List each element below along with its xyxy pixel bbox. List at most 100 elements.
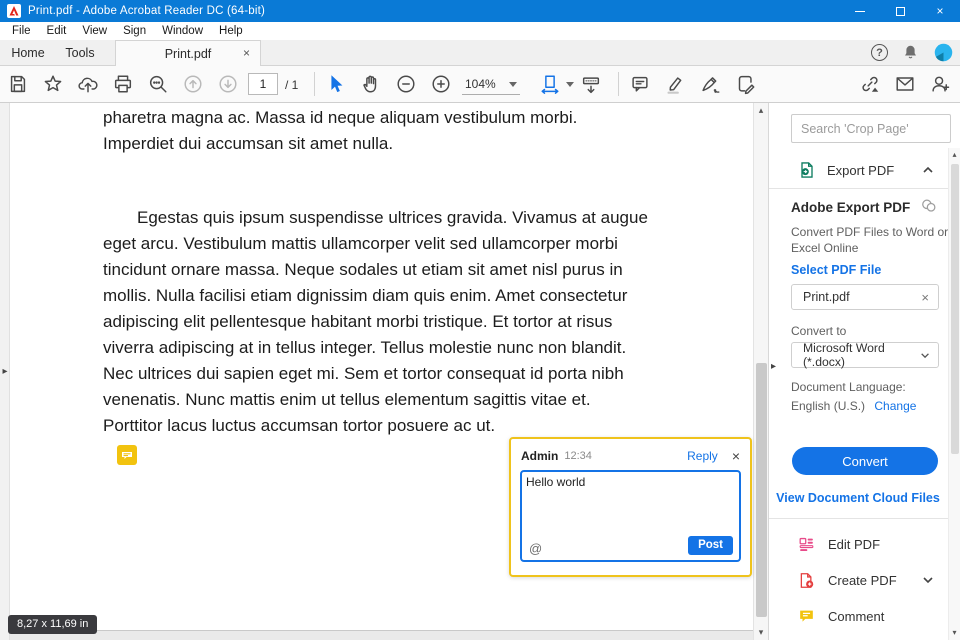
comment-label: Comment <box>828 608 885 624</box>
hand-tool-button[interactable] <box>359 72 383 96</box>
chevron-up-icon[interactable] <box>922 164 934 176</box>
sticky-note-annotation-icon[interactable] <box>117 445 137 465</box>
fit-width-dropdown-icon[interactable] <box>566 81 574 87</box>
reply-link[interactable]: Reply <box>687 449 718 463</box>
fit-width-button[interactable] <box>538 72 562 96</box>
fill-sign-tool-button[interactable] <box>698 72 722 96</box>
highlight-tool-button[interactable] <box>663 72 687 96</box>
maximize-icon <box>895 6 905 16</box>
tab-close-icon[interactable]: × <box>243 46 250 60</box>
zoom-dropdown-icon <box>509 81 517 87</box>
zoom-out-button[interactable] <box>394 72 418 96</box>
zoom-level-dropdown[interactable]: 104% <box>462 74 520 95</box>
comment-icon <box>800 610 813 622</box>
email-button[interactable] <box>893 72 917 96</box>
next-page-button[interactable] <box>216 72 240 96</box>
create-pdf-icon <box>800 572 814 588</box>
close-icon: × <box>936 4 944 18</box>
select-pdf-file-link[interactable]: Select PDF File <box>791 263 881 277</box>
menu-sign[interactable]: Sign <box>115 25 154 37</box>
selected-file-name: Print.pdf <box>803 290 850 304</box>
share-with-people-button[interactable] <box>928 72 952 96</box>
comment-author: Admin <box>521 449 559 463</box>
view-cloud-files-link[interactable]: View Document Cloud Files <box>769 491 947 505</box>
text-line: Nec ultrices dui sapien eget mi. Sem et … <box>103 364 624 383</box>
text-line: Egestas quis ipsum suspendisse ultrices … <box>137 208 648 227</box>
minimize-icon <box>855 10 865 12</box>
adobe-export-pdf-title: Adobe Export PDF <box>791 200 911 215</box>
format-value: Microsoft Word (*.docx) <box>803 341 885 369</box>
print-button[interactable] <box>111 72 135 96</box>
sidebar-scrollbar[interactable]: ▴ ▾ <box>948 148 960 640</box>
star-favorite-button[interactable] <box>41 72 65 96</box>
scrollbar-thumb[interactable] <box>756 363 767 617</box>
text-line: viverra adipiscing at in tellus integer.… <box>103 338 627 357</box>
share-link-button[interactable] <box>858 72 882 96</box>
page-number-input[interactable] <box>248 73 278 95</box>
comment-tool-button[interactable] <box>628 72 652 96</box>
scrollbar-thumb[interactable] <box>951 164 959 454</box>
comment-time: 12:34 <box>564 450 592 462</box>
export-service-icon <box>922 199 936 212</box>
save-button[interactable] <box>6 72 30 96</box>
sidebar-collapse-icon[interactable]: ▸ <box>771 361 776 372</box>
adobe-reader-icon <box>7 4 21 18</box>
popup-close-icon[interactable]: × <box>732 448 740 464</box>
sidebar-item-create-pdf[interactable]: Create PDF <box>769 566 947 594</box>
sidebar-item-comment[interactable]: Comment <box>769 602 947 630</box>
comment-popup: Admin 12:34 Reply × Hello world @ Post <box>509 437 752 577</box>
toolbar-separator <box>314 72 315 96</box>
text-line: pharetra magna ac. Massa id neque aliqua… <box>103 108 578 127</box>
edit-pdf-icon <box>799 537 814 551</box>
document-language-label: Document Language: <box>791 380 906 394</box>
tab-document-label: Print.pdf <box>164 46 212 61</box>
scroll-up-icon[interactable]: ▴ <box>754 103 768 118</box>
menu-window[interactable]: Window <box>154 25 211 37</box>
sidebar-item-edit-pdf[interactable]: Edit PDF <box>769 530 947 558</box>
search-button[interactable] <box>146 72 170 96</box>
format-dropdown[interactable]: Microsoft Word (*.docx) <box>791 341 939 369</box>
menu-view[interactable]: View <box>74 25 115 37</box>
notifications-bell-icon[interactable] <box>901 43 920 62</box>
tab-home[interactable]: Home <box>4 40 52 65</box>
zoom-in-button[interactable] <box>429 72 453 96</box>
text-line: eget arcu. Vestibulum mattis ullamcorper… <box>103 234 618 253</box>
tab-tools[interactable]: Tools <box>56 40 104 65</box>
more-tools-button[interactable] <box>733 72 757 96</box>
tab-document[interactable]: Print.pdf × <box>115 40 261 66</box>
user-avatar[interactable] <box>933 42 954 63</box>
chevron-down-icon[interactable] <box>922 574 934 586</box>
post-button[interactable]: Post <box>688 536 733 555</box>
nav-pane-expand-icon[interactable]: ▸ <box>0 361 10 381</box>
export-pdf-icon <box>801 162 813 178</box>
tools-sidebar: ▸ Export PDF Adobe Export PDF Convert PD… <box>768 103 960 640</box>
export-pdf-header[interactable]: Export PDF <box>769 155 947 185</box>
comment-textarea[interactable]: Hello world <box>526 475 736 535</box>
document-scrollbar[interactable]: ▴ ▾ <box>753 103 768 640</box>
scroll-up-icon[interactable]: ▴ <box>949 148 960 162</box>
text-line: adipiscing elit pellentesque habitant mo… <box>103 312 613 331</box>
page-count-label: / 1 <box>285 78 299 92</box>
page-scrolling-button[interactable] <box>579 73 603 97</box>
selected-file-field[interactable]: Print.pdf × <box>791 284 939 310</box>
change-language-link[interactable]: Change <box>874 399 916 413</box>
page-size-badge: 8,27 x 11,69 in <box>8 615 98 634</box>
menu-edit[interactable]: Edit <box>39 25 75 37</box>
menu-help[interactable]: Help <box>211 25 251 37</box>
tool-search-input[interactable] <box>791 114 951 143</box>
help-button[interactable]: ? <box>871 44 888 61</box>
minimize-button[interactable] <box>840 0 880 22</box>
mention-button[interactable]: @ <box>529 541 542 556</box>
scroll-down-icon[interactable]: ▾ <box>949 626 960 640</box>
clear-file-icon[interactable]: × <box>921 290 929 305</box>
menu-bar: File Edit View Sign Window Help <box>0 22 960 40</box>
scroll-down-icon[interactable]: ▾ <box>754 625 768 640</box>
menu-file[interactable]: File <box>4 25 39 37</box>
convert-button[interactable]: Convert <box>792 447 938 475</box>
sidebar-item-partial[interactable] <box>769 636 947 640</box>
maximize-button[interactable] <box>880 0 920 22</box>
cloud-upload-button[interactable] <box>76 72 100 96</box>
previous-page-button[interactable] <box>181 72 205 96</box>
select-tool-button[interactable] <box>324 72 348 96</box>
close-button[interactable]: × <box>920 0 960 22</box>
